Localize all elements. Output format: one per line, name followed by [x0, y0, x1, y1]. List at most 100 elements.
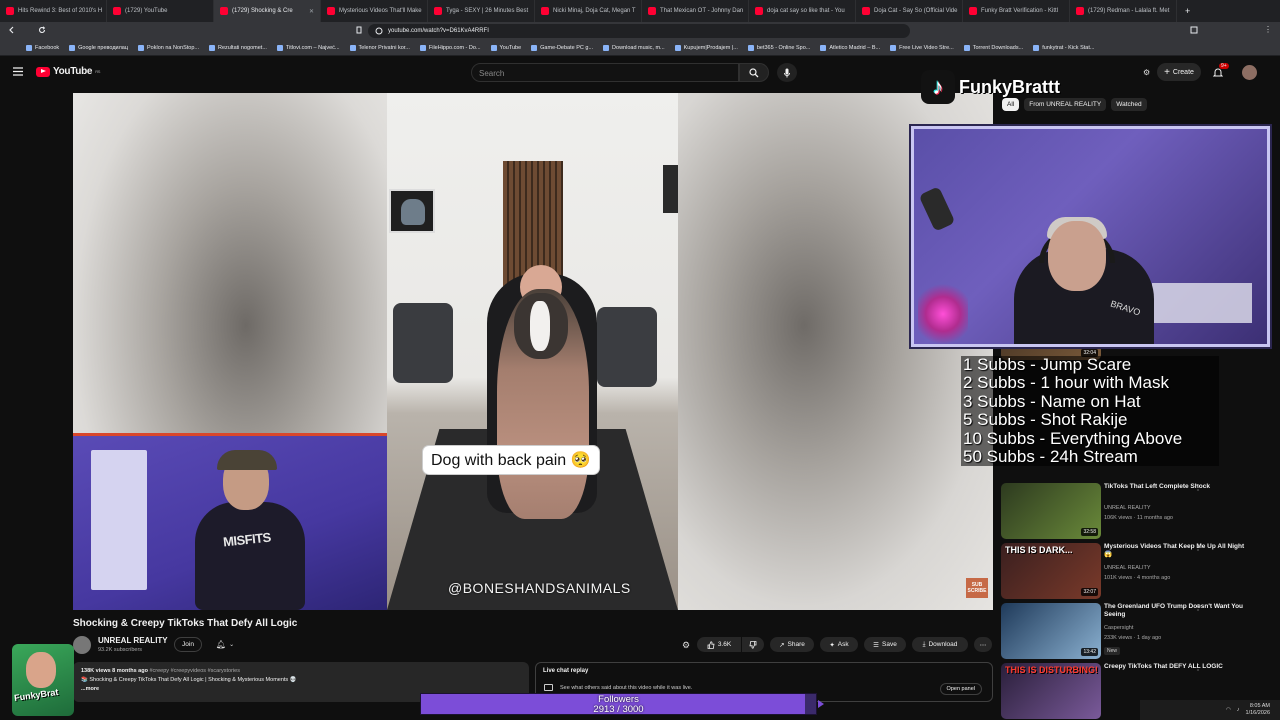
browser-tab[interactable]: (1729) YouTube — [107, 0, 214, 22]
search-button[interactable] — [739, 63, 769, 82]
tab-favicon-icon — [541, 7, 549, 15]
sparkle-icon: ✦ — [829, 641, 835, 649]
dog-face — [514, 293, 568, 359]
bookmark-item[interactable]: Facebook — [26, 44, 59, 51]
recommendation-thumbnail: THIS IS DISTURBING! — [1001, 663, 1101, 719]
followers-count: 2913 / 3000 — [593, 703, 644, 715]
tray-clock[interactable]: 8:05 AM 1/16/2026 — [1246, 703, 1270, 717]
share-button[interactable]: ↗ Share — [770, 637, 814, 652]
open-panel-button[interactable]: Open panel — [939, 683, 982, 695]
progress-arrow-icon — [818, 700, 824, 708]
bookmark-item[interactable]: Game-Debate PC g... — [531, 44, 593, 51]
download-button[interactable]: ⤓ Download — [912, 637, 968, 652]
browser-tab-strip: Hits Rewind 3: Best of 2010's H (1729) Yo… — [0, 0, 1280, 22]
recommendation-item[interactable]: 13:42 The Greenland UFO Trump Doesn't Wan… — [1001, 603, 1271, 659]
browser-menu-icon[interactable]: ⋮ — [1264, 25, 1272, 34]
recommendation-meta: 233K views · 1 day ago — [1104, 635, 1162, 641]
bookmark-item[interactable]: funkytrat - Kick Stat... — [1033, 44, 1094, 51]
bookmark-favicon-icon — [674, 44, 681, 51]
dislike-button[interactable] — [742, 637, 764, 652]
bookmark-item[interactable]: FileHippo.com - Do... — [419, 44, 481, 51]
save-button[interactable]: ☰ Save — [864, 637, 906, 652]
bookmark-item[interactable]: Titlovi.com – Najveć... — [276, 44, 340, 51]
join-button[interactable]: Join — [174, 637, 202, 652]
tab-title: Funky Bratt Verification - Kittl — [981, 8, 1059, 14]
account-avatar[interactable] — [1242, 65, 1257, 80]
create-button[interactable]: + Create — [1157, 63, 1201, 81]
sub-goal-item: 50 Subbs - 24h Stream — [963, 447, 1138, 467]
recommendation-item[interactable]: THIS IS DARK... 32:07 Mysterious Videos Th… — [1001, 543, 1271, 599]
browser-tab[interactable]: Mysterious Videos That'll Make — [321, 0, 428, 22]
bookmark-item[interactable]: bet365 - Online Spo... — [747, 44, 810, 51]
like-button[interactable]: 3.6K — [697, 637, 741, 652]
bookmark-star-icon[interactable] — [355, 26, 363, 34]
browser-tab[interactable]: (1729) Shocking & Cre ✕ — [214, 0, 321, 22]
bookmark-item[interactable]: Free Live Video Stre... — [890, 44, 954, 51]
extensions-icon[interactable] — [1190, 26, 1198, 34]
back-icon[interactable] — [8, 26, 16, 34]
address-bar[interactable]: youtube.com/watch?v=D61KvA4RRFI — [368, 24, 910, 38]
site-info-icon[interactable] — [375, 27, 383, 35]
webcam-door — [91, 450, 147, 590]
subscribe-bell-button[interactable]: 🔔︎ ⌄ — [210, 637, 240, 652]
filter-chip[interactable]: Watched — [1111, 98, 1147, 111]
bookmark-item[interactable]: Google преводилац — [69, 44, 128, 51]
more-vertical-icon[interactable]: ⋮ — [1194, 603, 1202, 612]
recommendation-channel[interactable]: Caspersight — [1104, 625, 1133, 631]
youtube-logo[interactable]: YouTube RS — [36, 66, 100, 77]
wifi-icon[interactable]: ◠ — [1226, 707, 1231, 713]
tab-title: Mysterious Videos That'll Make — [339, 8, 422, 14]
youtube-play-icon — [36, 66, 50, 77]
sub-goal-item: 10 Subbs - Everything Above — [963, 428, 1183, 448]
bookmark-item[interactable]: Kupujem|Prodajem |... — [674, 44, 738, 51]
browser-tab[interactable]: Nicki Minaj, Doja Cat, Megan T — [535, 0, 642, 22]
reload-icon[interactable] — [38, 26, 46, 34]
system-tray: ◠ ♪ 8:05 AM 1/16/2026 — [1140, 700, 1280, 720]
volume-icon[interactable]: ♪ — [1237, 707, 1240, 713]
share-icon: ↗ — [779, 641, 785, 649]
description-tags[interactable]: #creepy #creepyvideos #scarystories — [149, 668, 240, 674]
video-player[interactable]: Dog with back pain 🥺 @BONESHANDSANIMALS … — [73, 93, 993, 610]
channel-avatar[interactable] — [73, 636, 91, 654]
bookmark-item[interactable]: Rezultati nogomet... — [209, 44, 267, 51]
bookmark-label: Atletico Madrid – B... — [829, 44, 881, 51]
chat-icon — [544, 684, 553, 691]
search-input[interactable]: Search — [471, 63, 739, 82]
bookmark-item[interactable]: Torrent Downloads... — [963, 44, 1023, 51]
browser-tab[interactable]: That Mexican OT - Johnny Dan — [642, 0, 749, 22]
browser-tab[interactable]: Hits Rewind 3: Best of 2010's H — [0, 0, 107, 22]
browser-tab[interactable]: doja cat say so like that - You — [749, 0, 856, 22]
gear-icon[interactable]: ⚙ — [682, 640, 690, 651]
bookmark-item[interactable]: Telenor Privatni kor... — [349, 44, 410, 51]
new-tab-icon[interactable]: + — [1185, 6, 1190, 16]
channel-name[interactable]: UNREAL REALITY — [98, 636, 168, 645]
browser-tab[interactable]: Doja Cat - Say So (Official Vide — [856, 0, 963, 22]
recommendation-item[interactable]: 32:58 TikToks That Left Complete Shock UNR… — [1001, 483, 1271, 539]
ask-label: Ask — [837, 641, 849, 648]
bookmark-item[interactable]: Download music, m... — [603, 44, 665, 51]
hamburger-menu-icon[interactable] — [13, 67, 23, 76]
bookmark-item[interactable]: Poklon na NonStop... — [138, 44, 199, 51]
recommendation-channel[interactable]: UNREAL REALITY — [1104, 565, 1151, 571]
recommendation-channel[interactable]: UNREAL REALITY — [1104, 505, 1151, 511]
more-vertical-icon[interactable]: ⋮ — [1194, 543, 1202, 552]
tab-favicon-icon — [113, 7, 121, 15]
voice-search-button[interactable] — [777, 63, 797, 82]
more-actions-button[interactable]: ⋯ — [974, 637, 992, 652]
subscribe-corner-badge[interactable]: SUB SCRIBE — [966, 578, 988, 598]
recommendation-title: Creepy TikToks That DEFY ALL LOGIC — [1104, 663, 1223, 670]
more-vertical-icon[interactable]: ⋮ — [1194, 663, 1202, 672]
bookmark-item[interactable]: YouTube — [490, 44, 521, 51]
browser-tab[interactable]: Funky Bratt Verification - Kittl — [963, 0, 1070, 22]
cast-icon[interactable]: ⚙ — [1143, 68, 1150, 77]
close-tab-icon[interactable]: ✕ — [309, 8, 314, 15]
more-vertical-icon[interactable]: ⋮ — [1194, 483, 1202, 492]
browser-tab[interactable]: (1729) Redman - Lalala ft. Met — [1070, 0, 1177, 22]
ask-button[interactable]: ✦ Ask — [820, 637, 858, 652]
studio-microphone — [918, 186, 956, 232]
bookmark-item[interactable]: Atletico Madrid – B... — [820, 44, 881, 51]
recommendation-meta: 106K views · 11 months ago — [1104, 515, 1173, 521]
browser-tab[interactable]: Tyga - SEXY | 26 Minutes Best — [428, 0, 535, 22]
tab-favicon-icon — [755, 7, 763, 15]
tiktok-username: FunkyBrattt — [959, 76, 1061, 97]
